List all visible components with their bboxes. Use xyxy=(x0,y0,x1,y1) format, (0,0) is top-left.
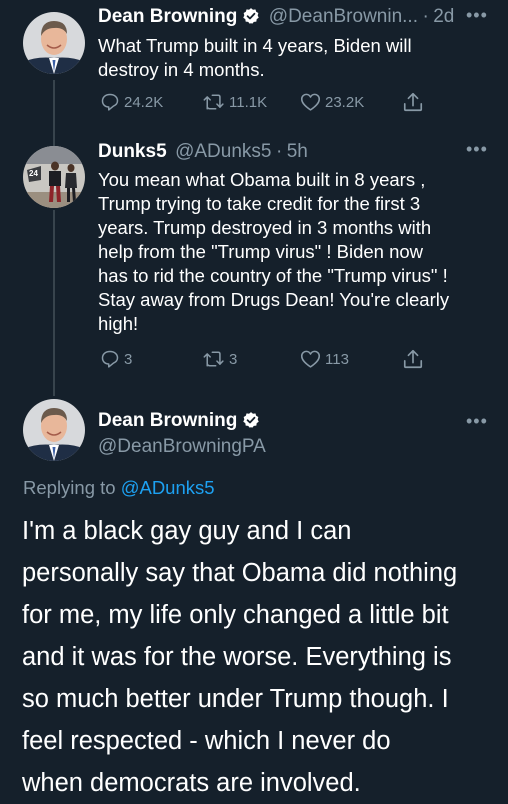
tweet-text-line: and it was for the worse. Everything is xyxy=(22,643,452,671)
heart-icon xyxy=(300,349,321,369)
tweet-text-line: so much better under Trump though. I xyxy=(22,685,449,713)
separator: · xyxy=(275,141,283,162)
heart-icon xyxy=(300,92,321,112)
reply-button[interactable]: 24.2K xyxy=(100,92,163,112)
reply-count: 24.2K xyxy=(124,93,164,111)
more-icon[interactable]: ••• xyxy=(466,140,488,158)
mention-link[interactable]: @ADunks5 xyxy=(121,477,215,498)
tweet-text-line: What Trump built in 4 years, Biden will xyxy=(98,35,412,56)
tweet-text-line: for me, my life only changed a little bi… xyxy=(22,601,449,629)
tweet-text-line: Trump trying to take credit for the firs… xyxy=(98,193,421,214)
tweet-text-line: has to rid the country of the "Trump vir… xyxy=(98,265,448,286)
timestamp[interactable]: 2d xyxy=(433,6,454,27)
tweet-text-line: destroy in 4 months. xyxy=(98,59,265,80)
like-button[interactable]: 113 xyxy=(300,349,349,369)
like-count: 113 xyxy=(325,350,349,368)
more-icon[interactable]: ••• xyxy=(466,6,488,24)
tweet-text-line: high! xyxy=(98,313,139,334)
share-icon xyxy=(402,348,424,370)
author-handle[interactable]: @ADunks5 xyxy=(175,141,271,162)
author-handle[interactable]: @DeanBrownin... xyxy=(269,6,418,27)
reply-icon xyxy=(100,92,120,112)
verified-badge-icon xyxy=(242,7,260,30)
like-button[interactable]: 23.2K xyxy=(300,92,364,112)
tweet-text-line: when democrats are involved. xyxy=(22,769,361,797)
tweet-text-line: Stay away from Drugs Dean! You're clearl… xyxy=(98,289,450,310)
retweet-icon xyxy=(203,349,225,369)
verified-badge-icon xyxy=(242,411,260,434)
like-count: 23.2K xyxy=(325,93,365,111)
svg-text:24: 24 xyxy=(29,169,38,178)
replying-prefix: Replying to xyxy=(23,477,116,498)
tweet-text-line: I'm a black gay guy and I can xyxy=(22,517,352,545)
author-handle[interactable]: @DeanBrowningPA xyxy=(98,436,266,457)
avatar[interactable]: 24 xyxy=(23,146,85,208)
tweet-text-line: feel respected - which I never do xyxy=(22,727,391,755)
tweet-text-line: personally say that Obama did nothing xyxy=(22,559,458,587)
author-name[interactable]: Dean Browning xyxy=(98,6,237,27)
retweet-count: 11.1K xyxy=(229,93,268,111)
share-button[interactable] xyxy=(402,348,424,370)
thread-line xyxy=(53,210,55,396)
avatar[interactable] xyxy=(23,399,85,461)
tweet-text-line: You mean what Obama built in 8 years , xyxy=(98,169,426,190)
timestamp[interactable]: 5h xyxy=(287,141,308,162)
tweet-text-line: years. Trump destroyed in 3 months with xyxy=(98,217,432,238)
author-name[interactable]: Dunks5 xyxy=(98,141,167,162)
avatar[interactable] xyxy=(23,12,85,74)
reply-icon xyxy=(100,349,120,369)
separator: · xyxy=(422,6,429,27)
tweet-text-line: help from the "Trump virus" ! Biden now xyxy=(98,241,424,262)
share-button[interactable] xyxy=(402,91,424,113)
replying-to: Replying to @ADunks5 xyxy=(23,477,215,499)
reply-count: 3 xyxy=(124,350,133,368)
share-icon xyxy=(402,91,424,113)
retweet-icon xyxy=(203,92,225,112)
retweet-button[interactable]: 3 xyxy=(203,349,237,369)
retweet-button[interactable]: 11.1K xyxy=(203,92,267,112)
thread-line xyxy=(53,80,55,146)
more-icon[interactable]: ••• xyxy=(466,412,488,430)
reply-button[interactable]: 3 xyxy=(100,349,132,369)
retweet-count: 3 xyxy=(229,350,238,368)
author-name[interactable]: Dean Browning xyxy=(98,410,237,431)
